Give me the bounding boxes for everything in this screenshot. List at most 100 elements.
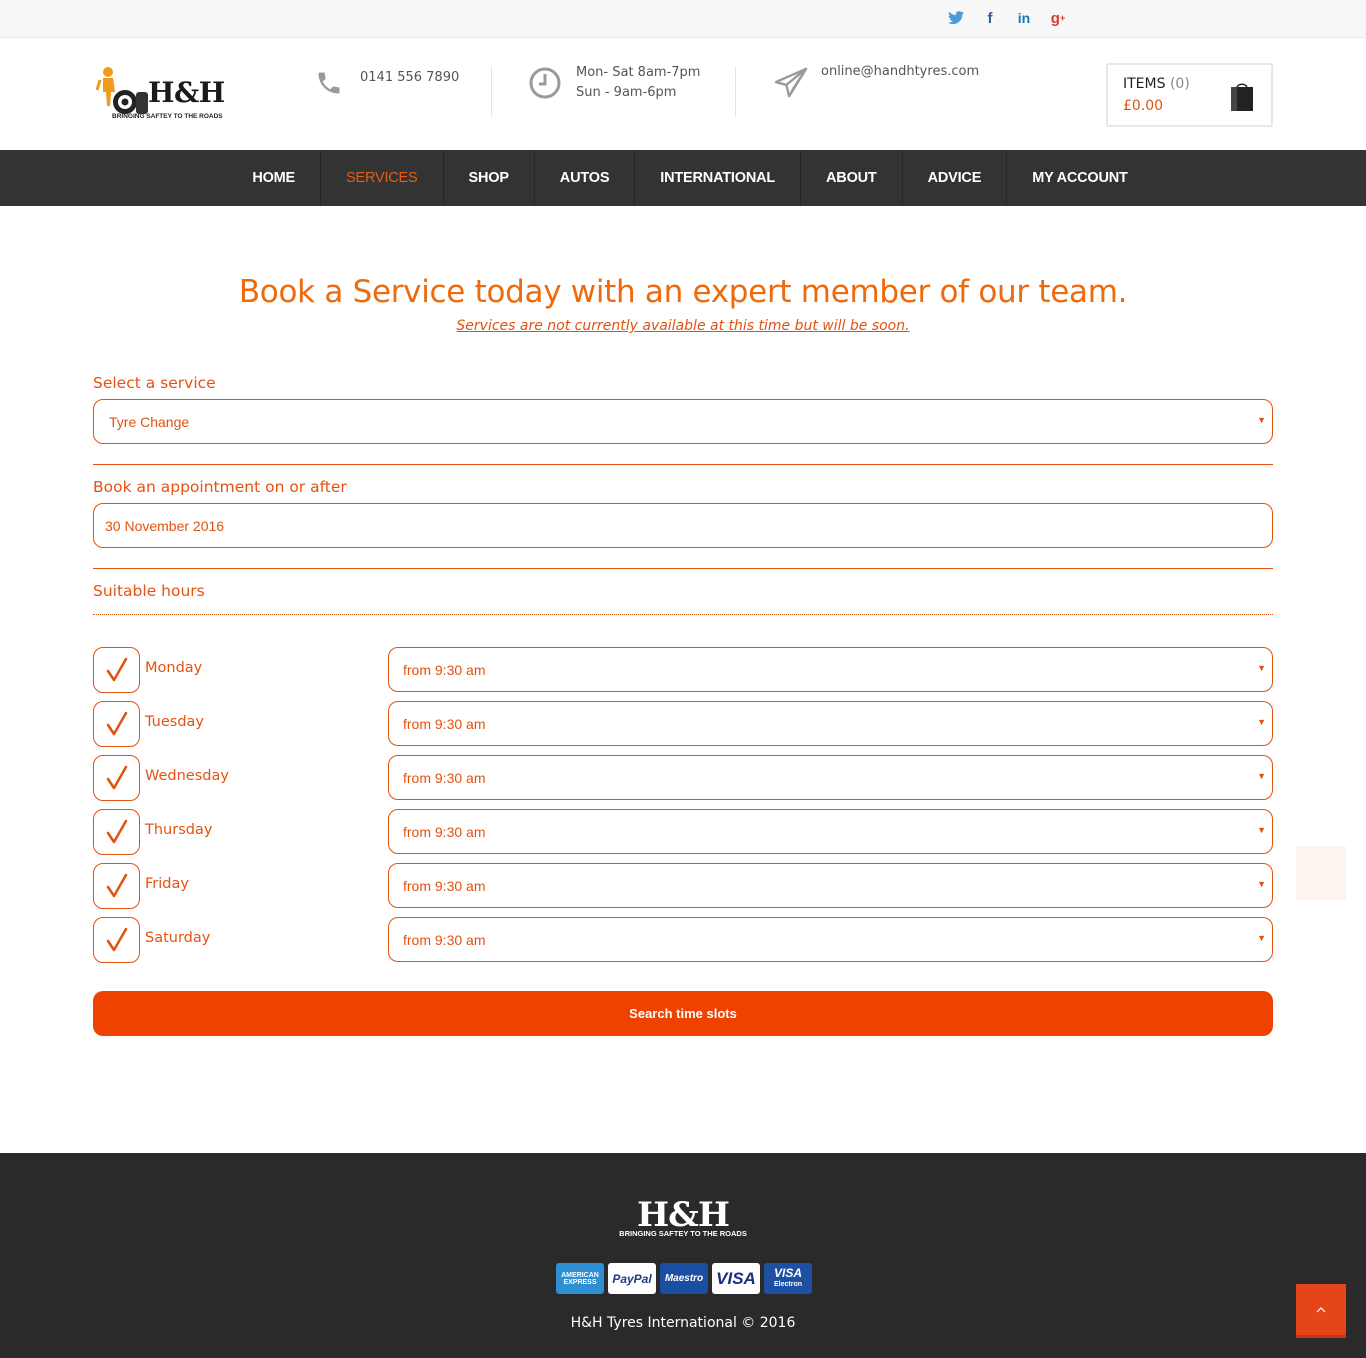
chevron-down-icon: ▼ — [1257, 663, 1266, 673]
date-input[interactable]: 30 November 2016 — [93, 503, 1273, 548]
day-name: Tuesday — [145, 714, 204, 730]
top-bar: f in g + — [0, 0, 1366, 38]
cart-items-label: ITEMS — [1123, 76, 1166, 92]
day-row-saturday: Saturday from 9:30 am ▼ — [93, 917, 1273, 963]
nav-home[interactable]: HOME — [227, 150, 322, 206]
phone-info: 0141 556 7890 — [312, 66, 459, 100]
saturday-checkbox[interactable] — [93, 917, 140, 963]
tuesday-hours-select[interactable]: from 9:30 am ▼ — [388, 701, 1273, 746]
phone-number[interactable]: 0141 556 7890 — [360, 70, 459, 85]
header-divider — [491, 66, 492, 116]
email-link[interactable]: online@handhtyres.com — [821, 64, 979, 79]
chevron-down-icon: ▼ — [1257, 771, 1266, 781]
chevron-up-icon — [1316, 1306, 1326, 1312]
friday-checkbox[interactable] — [93, 863, 140, 909]
day-row-monday: Monday from 9:30 am ▼ — [93, 647, 1273, 693]
suitable-hours-label: Suitable hours — [93, 582, 205, 600]
thursday-checkbox[interactable] — [93, 809, 140, 855]
paypal-card-icon: PayPal — [608, 1263, 656, 1294]
friday-hours-select[interactable]: from 9:30 am ▼ — [388, 863, 1273, 908]
hours-select-value: from 9:30 am — [403, 661, 486, 678]
date-label: Book an appointment on or after — [93, 478, 347, 496]
hours-weekday: Mon- Sat 8am-7pm — [576, 65, 701, 80]
checkmark-icon — [106, 873, 127, 898]
nav-shop[interactable]: SHOP — [444, 150, 535, 206]
logo-tagline: BRINGING SAFTEY TO THE ROADS — [112, 113, 223, 120]
day-name: Thursday — [145, 822, 213, 838]
hours-select-value: from 9:30 am — [403, 823, 486, 840]
hours-select-value: from 9:30 am — [403, 931, 486, 948]
site-footer: H&H BRINGING SAFTEY TO THE ROADS AMERICA… — [0, 1153, 1366, 1358]
saturday-hours-select[interactable]: from 9:30 am ▼ — [388, 917, 1273, 962]
hours-select-value: from 9:30 am — [403, 877, 486, 894]
tuesday-checkbox[interactable] — [93, 701, 140, 747]
dotted-divider — [93, 614, 1273, 615]
nav-services[interactable]: SERVICES — [321, 150, 444, 206]
day-row-thursday: Thursday from 9:30 am ▼ — [93, 809, 1273, 855]
page-title: Book a Service today with an expert memb… — [238, 274, 1128, 310]
amex-card-icon: AMERICAN EXPRESS — [556, 1263, 604, 1294]
thursday-hours-select[interactable]: from 9:30 am ▼ — [388, 809, 1273, 854]
nav-my-account[interactable]: MY ACCOUNT — [1007, 150, 1152, 206]
service-select-value: Tyre Change — [109, 413, 190, 430]
day-name: Monday — [145, 660, 203, 676]
divider — [93, 568, 1273, 569]
paper-plane-icon — [774, 66, 808, 100]
linkedin-icon[interactable]: in — [1014, 8, 1034, 28]
chevron-down-icon: ▼ — [1257, 825, 1266, 835]
google-plus-icon[interactable]: g + — [1048, 8, 1068, 28]
monday-hours-select[interactable]: from 9:30 am ▼ — [388, 647, 1273, 692]
checkmark-icon — [106, 657, 127, 682]
amex-line1: AMERICAN — [561, 1271, 599, 1279]
availability-notice: Services are not currently available at … — [456, 318, 910, 334]
service-select[interactable]: Tyre Change ▼ — [93, 399, 1273, 444]
payment-methods: AMERICAN EXPRESS PayPal Maestro VISA VISA… — [556, 1263, 812, 1294]
search-time-slots-button[interactable]: Search time slots — [93, 991, 1273, 1036]
site-logo[interactable]: H&H BRINGING SAFTEY TO THE ROADS — [96, 64, 231, 124]
maestro-card-icon: Maestro — [660, 1263, 708, 1294]
logo-brand-text: H&H — [148, 76, 225, 109]
mini-cart[interactable]: ITEMS (0) £0.00 — [1106, 63, 1273, 127]
day-name: Saturday — [145, 930, 211, 946]
visa-electron-main: VISA — [773, 1265, 802, 1280]
nav-international[interactable]: INTERNATIONAL — [635, 150, 802, 206]
wednesday-checkbox[interactable] — [93, 755, 140, 801]
footer-tagline: BRINGING SAFTEY TO THE ROADS — [619, 1229, 747, 1238]
amex-line2: EXPRESS — [563, 1278, 597, 1286]
chevron-down-icon: ▼ — [1257, 415, 1266, 425]
facebook-icon[interactable]: f — [980, 8, 1000, 28]
twitter-icon[interactable] — [946, 8, 966, 28]
nav-about[interactable]: ABOUT — [801, 150, 903, 206]
floating-panel — [1296, 846, 1346, 900]
checkmark-icon — [106, 711, 127, 736]
chevron-down-icon: ▼ — [1257, 879, 1266, 889]
nav-advice[interactable]: ADVICE — [903, 150, 1008, 206]
back-to-top-button[interactable] — [1296, 1284, 1346, 1338]
cart-items: ITEMS (0) — [1123, 76, 1190, 92]
visa-electron-sub: Electron — [773, 1280, 802, 1288]
divider — [93, 464, 1273, 465]
day-name: Wednesday — [145, 768, 229, 784]
email-info: online@handhtyres.com — [774, 64, 979, 100]
chevron-down-icon: ▼ — [1257, 717, 1266, 727]
main-navigation: HOME SERVICES SHOP AUTOS INTERNATIONAL A… — [0, 150, 1366, 206]
visa-electron-card-icon: VISA Electron — [764, 1263, 812, 1294]
mascot-logo-icon — [96, 67, 148, 114]
booking-section: Book a Service today with an expert memb… — [0, 206, 1366, 1153]
chevron-down-icon: ▼ — [1257, 933, 1266, 943]
hours-select-value: from 9:30 am — [403, 715, 486, 732]
wednesday-hours-select[interactable]: from 9:30 am ▼ — [388, 755, 1273, 800]
header-divider — [735, 66, 736, 116]
day-row-tuesday: Tuesday from 9:30 am ▼ — [93, 701, 1273, 747]
day-name: Friday — [145, 876, 189, 892]
day-row-wednesday: Wednesday from 9:30 am ▼ — [93, 755, 1273, 801]
visa-card-icon: VISA — [712, 1263, 760, 1294]
cart-items-count: (0) — [1169, 76, 1190, 92]
phone-icon — [312, 66, 346, 100]
hours-sunday: Sun - 9am-6pm — [576, 85, 677, 100]
day-row-friday: Friday from 9:30 am ▼ — [93, 863, 1273, 909]
checkmark-icon — [106, 927, 127, 952]
monday-checkbox[interactable] — [93, 647, 140, 693]
hours-select-value: from 9:30 am — [403, 769, 486, 786]
nav-autos[interactable]: AUTOS — [535, 150, 636, 206]
